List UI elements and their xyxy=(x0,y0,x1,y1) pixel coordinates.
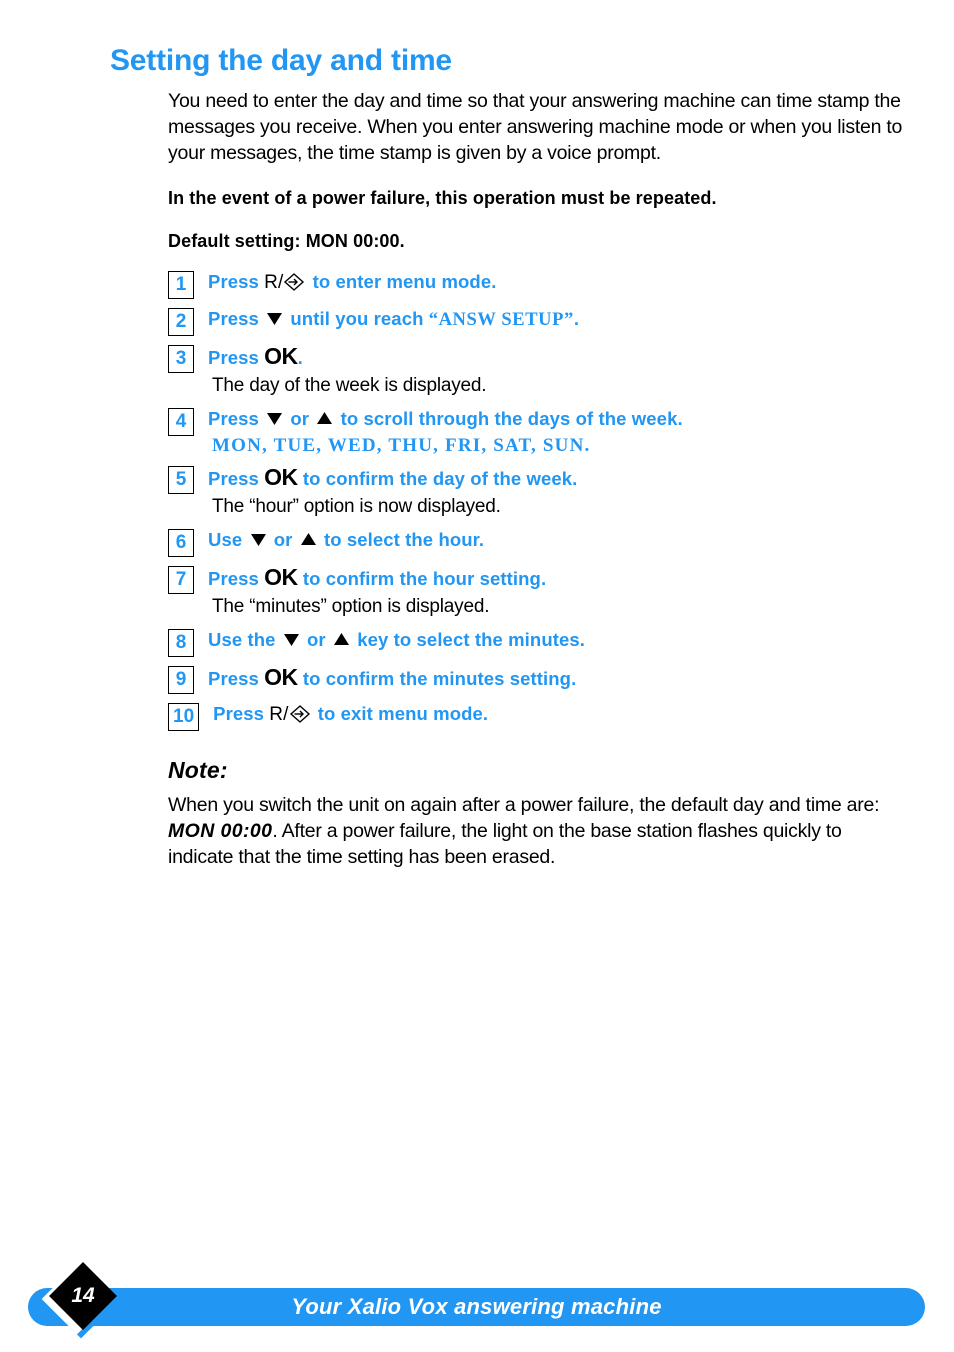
conjunction: or xyxy=(290,408,310,429)
triangle-down-icon xyxy=(266,408,283,432)
step-content: Press R/ to exit menu mode. xyxy=(199,702,908,730)
step-verb: Press xyxy=(208,668,259,689)
ok-key-label: OK xyxy=(264,564,298,590)
step-text: to confirm the hour setting. xyxy=(302,568,547,589)
step-verb: Press xyxy=(208,568,259,589)
step-text: to confirm the minutes setting. xyxy=(302,668,577,689)
conjunction: or xyxy=(273,529,293,550)
step-content: Press OK to confirm the minutes setting. xyxy=(194,665,908,691)
recall-key-label: R/ xyxy=(269,704,289,725)
page-number: 14 xyxy=(71,1284,95,1307)
list-item: 5 Press OK to confirm the day of the wee… xyxy=(168,465,908,520)
note-paragraph: When you switch the unit on again after … xyxy=(168,792,908,870)
step-result-text: The “hour” option is now displayed. xyxy=(212,496,501,517)
list-item: 9 Press OK to confirm the minutes settin… xyxy=(168,665,908,694)
list-item: 1 Press R/ to enter menu mode. xyxy=(168,270,908,299)
ok-key-label: OK xyxy=(264,464,298,490)
step-content: Press or to scroll through the days of t… xyxy=(194,407,908,457)
step-verb: Press xyxy=(208,408,259,429)
ok-key-label: OK xyxy=(264,664,298,690)
triangle-down-icon xyxy=(250,529,267,553)
step-instruction: Press until you reach “ANSW SETUP”. xyxy=(208,307,908,332)
step-result-text: The day of the week is displayed. xyxy=(212,375,487,396)
step-instruction: Use or to select the hour. xyxy=(208,528,908,553)
step-instruction: Press OK to confirm the day of the week. xyxy=(208,465,908,491)
step-instruction: Press OK to confirm the hour setting. xyxy=(208,565,908,591)
triangle-up-icon xyxy=(316,408,333,432)
list-item: 8 Use the or key to select the minutes. xyxy=(168,628,908,657)
page-number-badge: 14 xyxy=(41,1262,122,1344)
triangle-down-icon xyxy=(266,308,283,332)
note-heading: Note: xyxy=(168,757,228,783)
page-footer: Your Xalio Vox answering machine 14 xyxy=(0,1262,954,1352)
step-content: Use the or key to select the minutes. xyxy=(194,628,908,653)
step-number-badge: 2 xyxy=(168,308,194,336)
recall-key-label: R/ xyxy=(264,272,284,293)
step-content: Press OK. The day of the week is display… xyxy=(194,344,908,399)
step-number-badge: 1 xyxy=(168,271,194,299)
step-verb: Press xyxy=(213,703,265,724)
step-result-text: The “minutes” option is displayed. xyxy=(212,596,490,617)
conjunction: or xyxy=(307,629,326,650)
page-title: Setting the day and time xyxy=(110,44,452,77)
list-item: 10 Press R/ to exit menu mode. xyxy=(168,702,908,731)
step-instruction: Press OK. xyxy=(208,344,908,370)
list-item: 6 Use or to select the hour. xyxy=(168,528,908,557)
days-of-week-list: MON, TUE, WED, THU, FRI, SAT, SUN. xyxy=(212,435,591,456)
step-number-badge: 3 xyxy=(168,345,194,373)
display-term: “ANSW SETUP” xyxy=(428,310,574,330)
step-content: Press R/ to enter menu mode. xyxy=(194,270,908,298)
step-text: until you reach xyxy=(290,308,424,329)
list-item: 3 Press OK. The day of the week is displ… xyxy=(168,344,908,399)
step-verb: Use xyxy=(208,529,243,550)
list-item: 4 Press or to scroll through the days of… xyxy=(168,407,908,457)
step-verb: Press xyxy=(208,271,259,292)
numbered-steps-list: 1 Press R/ to enter menu mode. 2 Press u… xyxy=(168,270,908,731)
recall-diamond-arrow-icon xyxy=(289,704,311,730)
step-number-badge: 5 xyxy=(168,466,194,494)
list-item: 2 Press until you reach “ANSW SETUP”. xyxy=(168,307,908,336)
list-item: 7 Press OK to confirm the hour setting. … xyxy=(168,565,908,620)
step-number-badge: 8 xyxy=(168,629,194,657)
ok-key-label: OK xyxy=(264,343,298,369)
step-content: Use or to select the hour. xyxy=(194,528,908,553)
step-instruction: Press or to scroll through the days of t… xyxy=(208,407,908,432)
content-column: You need to enter the day and time so th… xyxy=(168,88,908,870)
step-instruction: Press R/ to exit menu mode. xyxy=(213,702,908,730)
triangle-up-icon xyxy=(300,529,317,553)
step-text: to scroll through the days of the week. xyxy=(340,408,683,429)
step-text: to exit menu mode. xyxy=(317,703,489,724)
step-instruction: Press OK to confirm the minutes setting. xyxy=(208,665,908,691)
step-content: Press OK to confirm the day of the week.… xyxy=(194,465,908,520)
step-number-badge: 7 xyxy=(168,566,194,594)
step-number-badge: 4 xyxy=(168,408,194,436)
default-setting-line: Default setting: MON 00:00. xyxy=(168,231,405,251)
step-verb: Press xyxy=(208,468,259,489)
recall-diamond-arrow-icon xyxy=(283,272,305,298)
note-text-before: When you switch the unit on again after … xyxy=(168,794,880,816)
step-number-badge: 9 xyxy=(168,666,194,694)
step-text: to confirm the day of the week. xyxy=(302,468,578,489)
step-number-badge: 6 xyxy=(168,529,194,557)
step-verb: Use the xyxy=(208,629,276,650)
power-failure-note: In the event of a power failure, this op… xyxy=(168,188,717,208)
intro-paragraph: You need to enter the day and time so th… xyxy=(168,90,903,164)
note-emphasis-value: MON 00:00 xyxy=(168,820,273,842)
step-content: Press OK to confirm the hour setting. Th… xyxy=(194,565,908,620)
step-instruction: Use the or key to select the minutes. xyxy=(208,628,908,653)
step-verb: Press xyxy=(208,308,259,329)
step-text: key to select the minutes. xyxy=(357,629,585,650)
step-content: Press until you reach “ANSW SETUP”. xyxy=(194,307,908,332)
step-text: to select the hour. xyxy=(323,529,485,550)
step-instruction: Press R/ to enter menu mode. xyxy=(208,270,908,298)
footer-banner: Your Xalio Vox answering machine xyxy=(28,1288,925,1326)
step-number-badge: 10 xyxy=(168,703,200,731)
step-text: to enter menu mode. xyxy=(312,271,497,292)
step-verb: Press xyxy=(208,347,259,368)
triangle-up-icon xyxy=(333,629,350,653)
step-trailing: . xyxy=(297,347,303,368)
triangle-down-icon xyxy=(283,629,300,653)
step-trailing: . xyxy=(573,308,580,329)
footer-title: Your Xalio Vox answering machine xyxy=(291,1294,662,1319)
